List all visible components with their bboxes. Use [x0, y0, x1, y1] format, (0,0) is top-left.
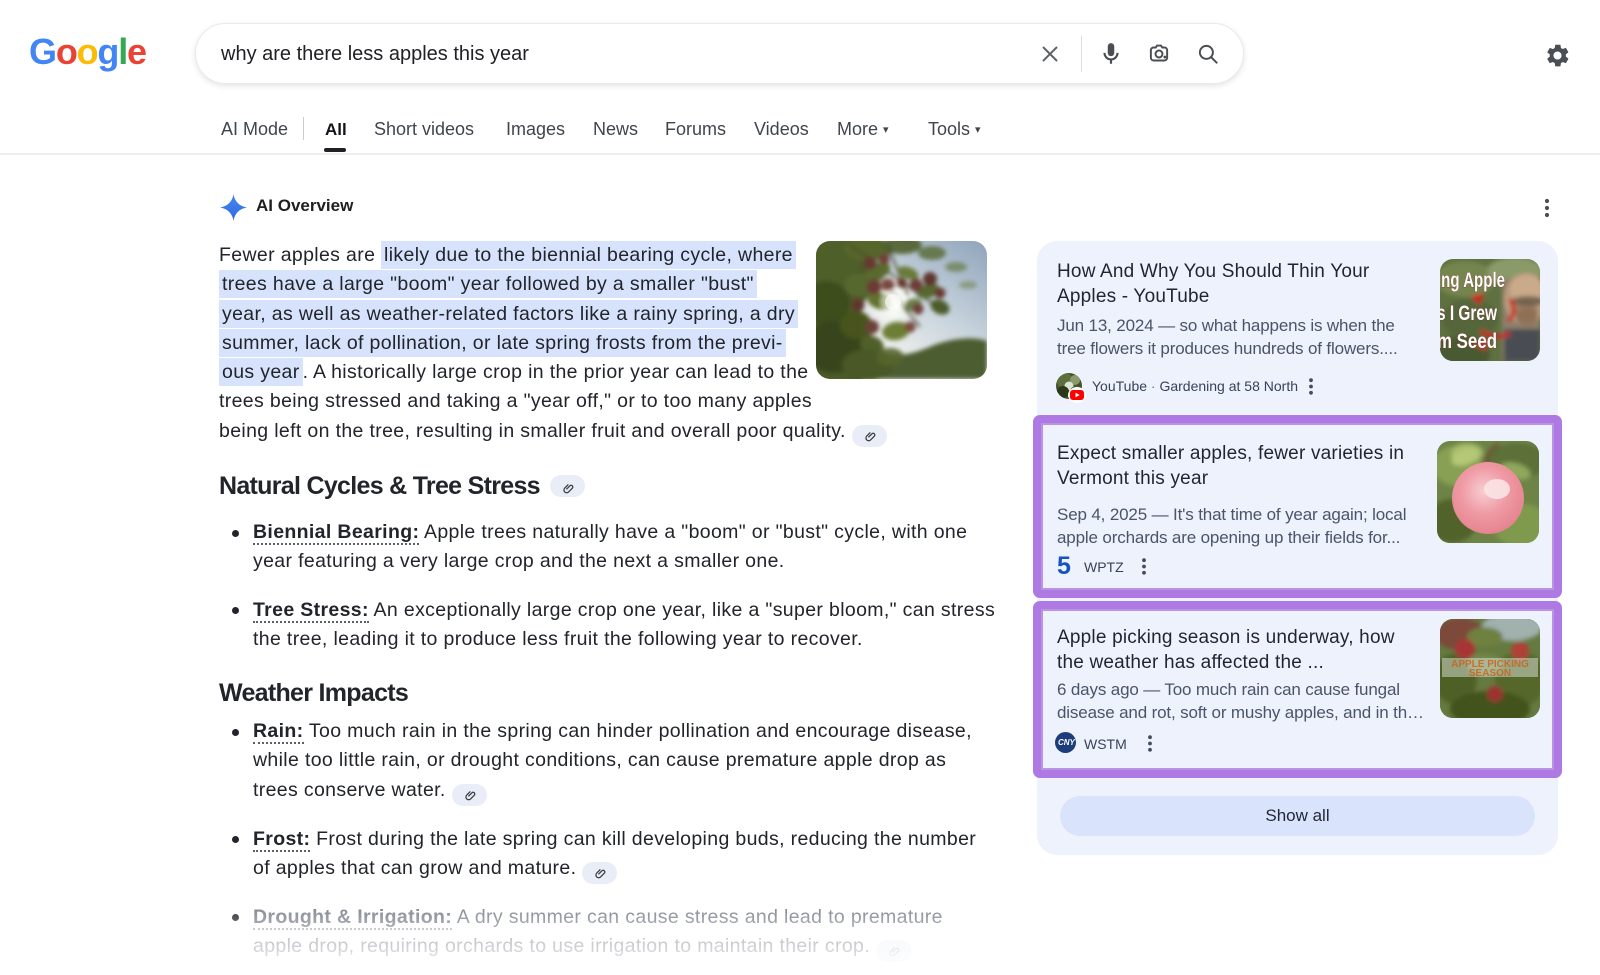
svg-text:SEASON: SEASON — [1469, 668, 1511, 679]
svg-text:s I Grew: s I Grew — [1440, 302, 1497, 325]
svg-text:ing Apple: ing Apple — [1440, 269, 1505, 292]
svg-text:m Seed: m Seed — [1440, 330, 1497, 353]
